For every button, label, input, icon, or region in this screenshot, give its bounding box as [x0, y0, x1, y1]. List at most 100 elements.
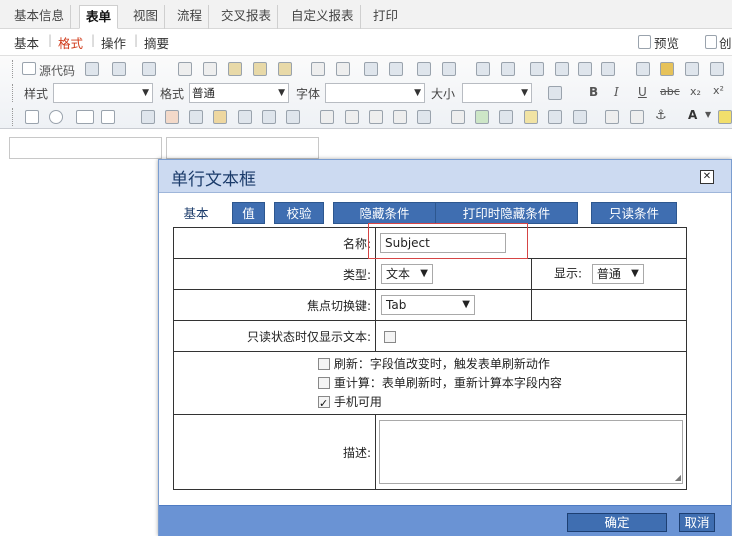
style-select[interactable]: ▼ — [53, 83, 153, 103]
checkbox-control-icon[interactable] — [25, 110, 39, 124]
department-control-icon[interactable] — [213, 110, 227, 124]
chevron-down-icon[interactable]: ▼ — [705, 110, 711, 119]
italic-icon[interactable]: I — [614, 85, 619, 99]
refresh-checkbox[interactable] — [318, 358, 330, 370]
date-control-icon[interactable] — [165, 110, 179, 124]
user-control-icon[interactable] — [189, 110, 203, 124]
paste-icon[interactable] — [228, 62, 242, 76]
remove-format-icon[interactable] — [442, 62, 456, 76]
image-icon[interactable] — [636, 62, 650, 76]
readonly-checkbox[interactable] — [384, 330, 396, 343]
list-control-icon[interactable] — [141, 110, 155, 124]
focus-key-select[interactable]: Tab ▼ — [381, 295, 475, 315]
blockquote-icon[interactable] — [578, 62, 592, 76]
ok-button[interactable]: 确定 — [567, 513, 667, 532]
textarea-control-icon[interactable] — [101, 110, 115, 124]
subscript-icon[interactable]: x₂ — [690, 85, 701, 98]
outdent-icon[interactable] — [530, 62, 544, 76]
strikethrough-icon[interactable]: abc — [660, 85, 680, 98]
horizontal-rule-icon[interactable] — [710, 62, 724, 76]
embed-control-icon[interactable] — [393, 110, 407, 124]
dialog-header: 单行文本框 ✕ — [159, 160, 731, 193]
cut-icon[interactable] — [178, 62, 192, 76]
paste-word-icon[interactable] — [278, 62, 292, 76]
format-select[interactable]: 普通 ▼ — [189, 83, 289, 103]
tab-value[interactable]: 值 — [232, 202, 265, 224]
new-page-icon[interactable] — [85, 62, 99, 76]
bulleted-list-icon[interactable] — [501, 62, 515, 76]
resize-handle-icon[interactable]: ◢ — [675, 473, 681, 482]
tab-form[interactable]: 表单 — [79, 5, 119, 29]
select-all-icon[interactable] — [417, 62, 431, 76]
link-control-icon[interactable] — [238, 110, 252, 124]
recalc-checkbox[interactable] — [318, 377, 330, 389]
cancel-button[interactable]: 取消 — [679, 513, 715, 532]
replace-icon[interactable] — [389, 62, 403, 76]
tab-print[interactable]: 打印 — [367, 5, 404, 29]
tab-hide-condition[interactable]: 隐藏条件 — [333, 202, 436, 224]
web-icon[interactable] — [573, 110, 587, 124]
close-icon[interactable]: ✕ — [700, 170, 714, 184]
flash-icon[interactable] — [660, 62, 674, 76]
font-select[interactable]: ▼ — [325, 83, 425, 103]
tab-view[interactable]: 视图 — [127, 5, 166, 29]
mobile-checkbox[interactable] — [318, 394, 330, 413]
tree-control-icon[interactable] — [262, 110, 276, 124]
preview-doc-icon[interactable] — [112, 62, 126, 76]
display-select[interactable]: 普通 ▼ — [591, 264, 644, 284]
text-color-icon[interactable]: A — [688, 108, 697, 122]
radio-control-icon[interactable] — [49, 110, 63, 124]
tab-basic-info[interactable]: 基本信息 — [8, 5, 72, 29]
undo-icon[interactable] — [311, 62, 325, 76]
superscript-icon[interactable]: x² — [713, 84, 724, 97]
source-code-button[interactable]: 源代码 — [39, 62, 75, 79]
div-icon[interactable] — [601, 62, 615, 76]
indent-icon[interactable] — [555, 62, 569, 76]
preview-button[interactable]: 预览 — [654, 33, 679, 52]
subtab-summary[interactable]: 摘要 — [144, 33, 169, 52]
button-control-icon[interactable] — [286, 110, 300, 124]
unlink-icon[interactable] — [630, 110, 644, 124]
attachment-control-icon[interactable] — [369, 110, 383, 124]
top-tab-bar: 基本信息 表单 视图 流程 交叉报表 自定义报表 打印 — [0, 0, 732, 29]
type-select[interactable]: 文本 ▼ — [381, 264, 433, 284]
bg-color-icon[interactable] — [718, 110, 732, 124]
subtab-operation[interactable]: 操作 — [101, 33, 126, 52]
copy-icon[interactable] — [203, 62, 217, 76]
table-icon[interactable] — [685, 62, 699, 76]
bold-icon[interactable]: B — [589, 85, 598, 99]
find-icon[interactable] — [364, 62, 378, 76]
tab-readonly-condition[interactable]: 只读条件 — [591, 202, 677, 224]
size-select[interactable]: ▼ — [462, 83, 532, 103]
tab-cross-report[interactable]: 交叉报表 — [215, 5, 279, 29]
create-button[interactable]: 创 — [719, 33, 732, 52]
anchor-icon[interactable]: ⚓ — [655, 108, 667, 123]
photo-icon[interactable] — [499, 110, 513, 124]
form-field-input[interactable] — [166, 137, 319, 159]
report-icon[interactable] — [524, 110, 538, 124]
underline-icon[interactable]: U — [638, 85, 647, 99]
chart-icon[interactable] — [548, 110, 562, 124]
template-icon[interactable] — [142, 62, 156, 76]
subtab-basic[interactable]: 基本 — [14, 33, 39, 52]
tab-validation[interactable]: 校验 — [274, 202, 324, 224]
hidden-control-icon[interactable] — [320, 110, 334, 124]
image-field-icon[interactable] — [475, 110, 489, 124]
numbered-list-icon[interactable] — [476, 62, 490, 76]
chevron-down-icon: ▼ — [521, 88, 528, 98]
tab-print-hide-condition[interactable]: 打印时隐藏条件 — [435, 202, 578, 224]
pen-icon[interactable] — [451, 110, 465, 124]
link-icon[interactable] — [605, 110, 619, 124]
textfield-control-icon[interactable] — [76, 110, 94, 124]
tab-custom-report[interactable]: 自定义报表 — [285, 5, 361, 29]
calc-control-icon[interactable] — [417, 110, 431, 124]
paste-text-icon[interactable] — [253, 62, 267, 76]
tab-flow[interactable]: 流程 — [171, 5, 210, 29]
subtab-format[interactable]: 格式 — [58, 33, 83, 52]
form-field-input[interactable] — [9, 137, 162, 159]
tab-basic[interactable]: 基本 — [175, 202, 217, 224]
redo-icon[interactable] — [336, 62, 350, 76]
sub-form-icon[interactable] — [345, 110, 359, 124]
find-doc-icon[interactable] — [548, 86, 562, 100]
description-textarea[interactable]: ◢ — [379, 420, 683, 484]
